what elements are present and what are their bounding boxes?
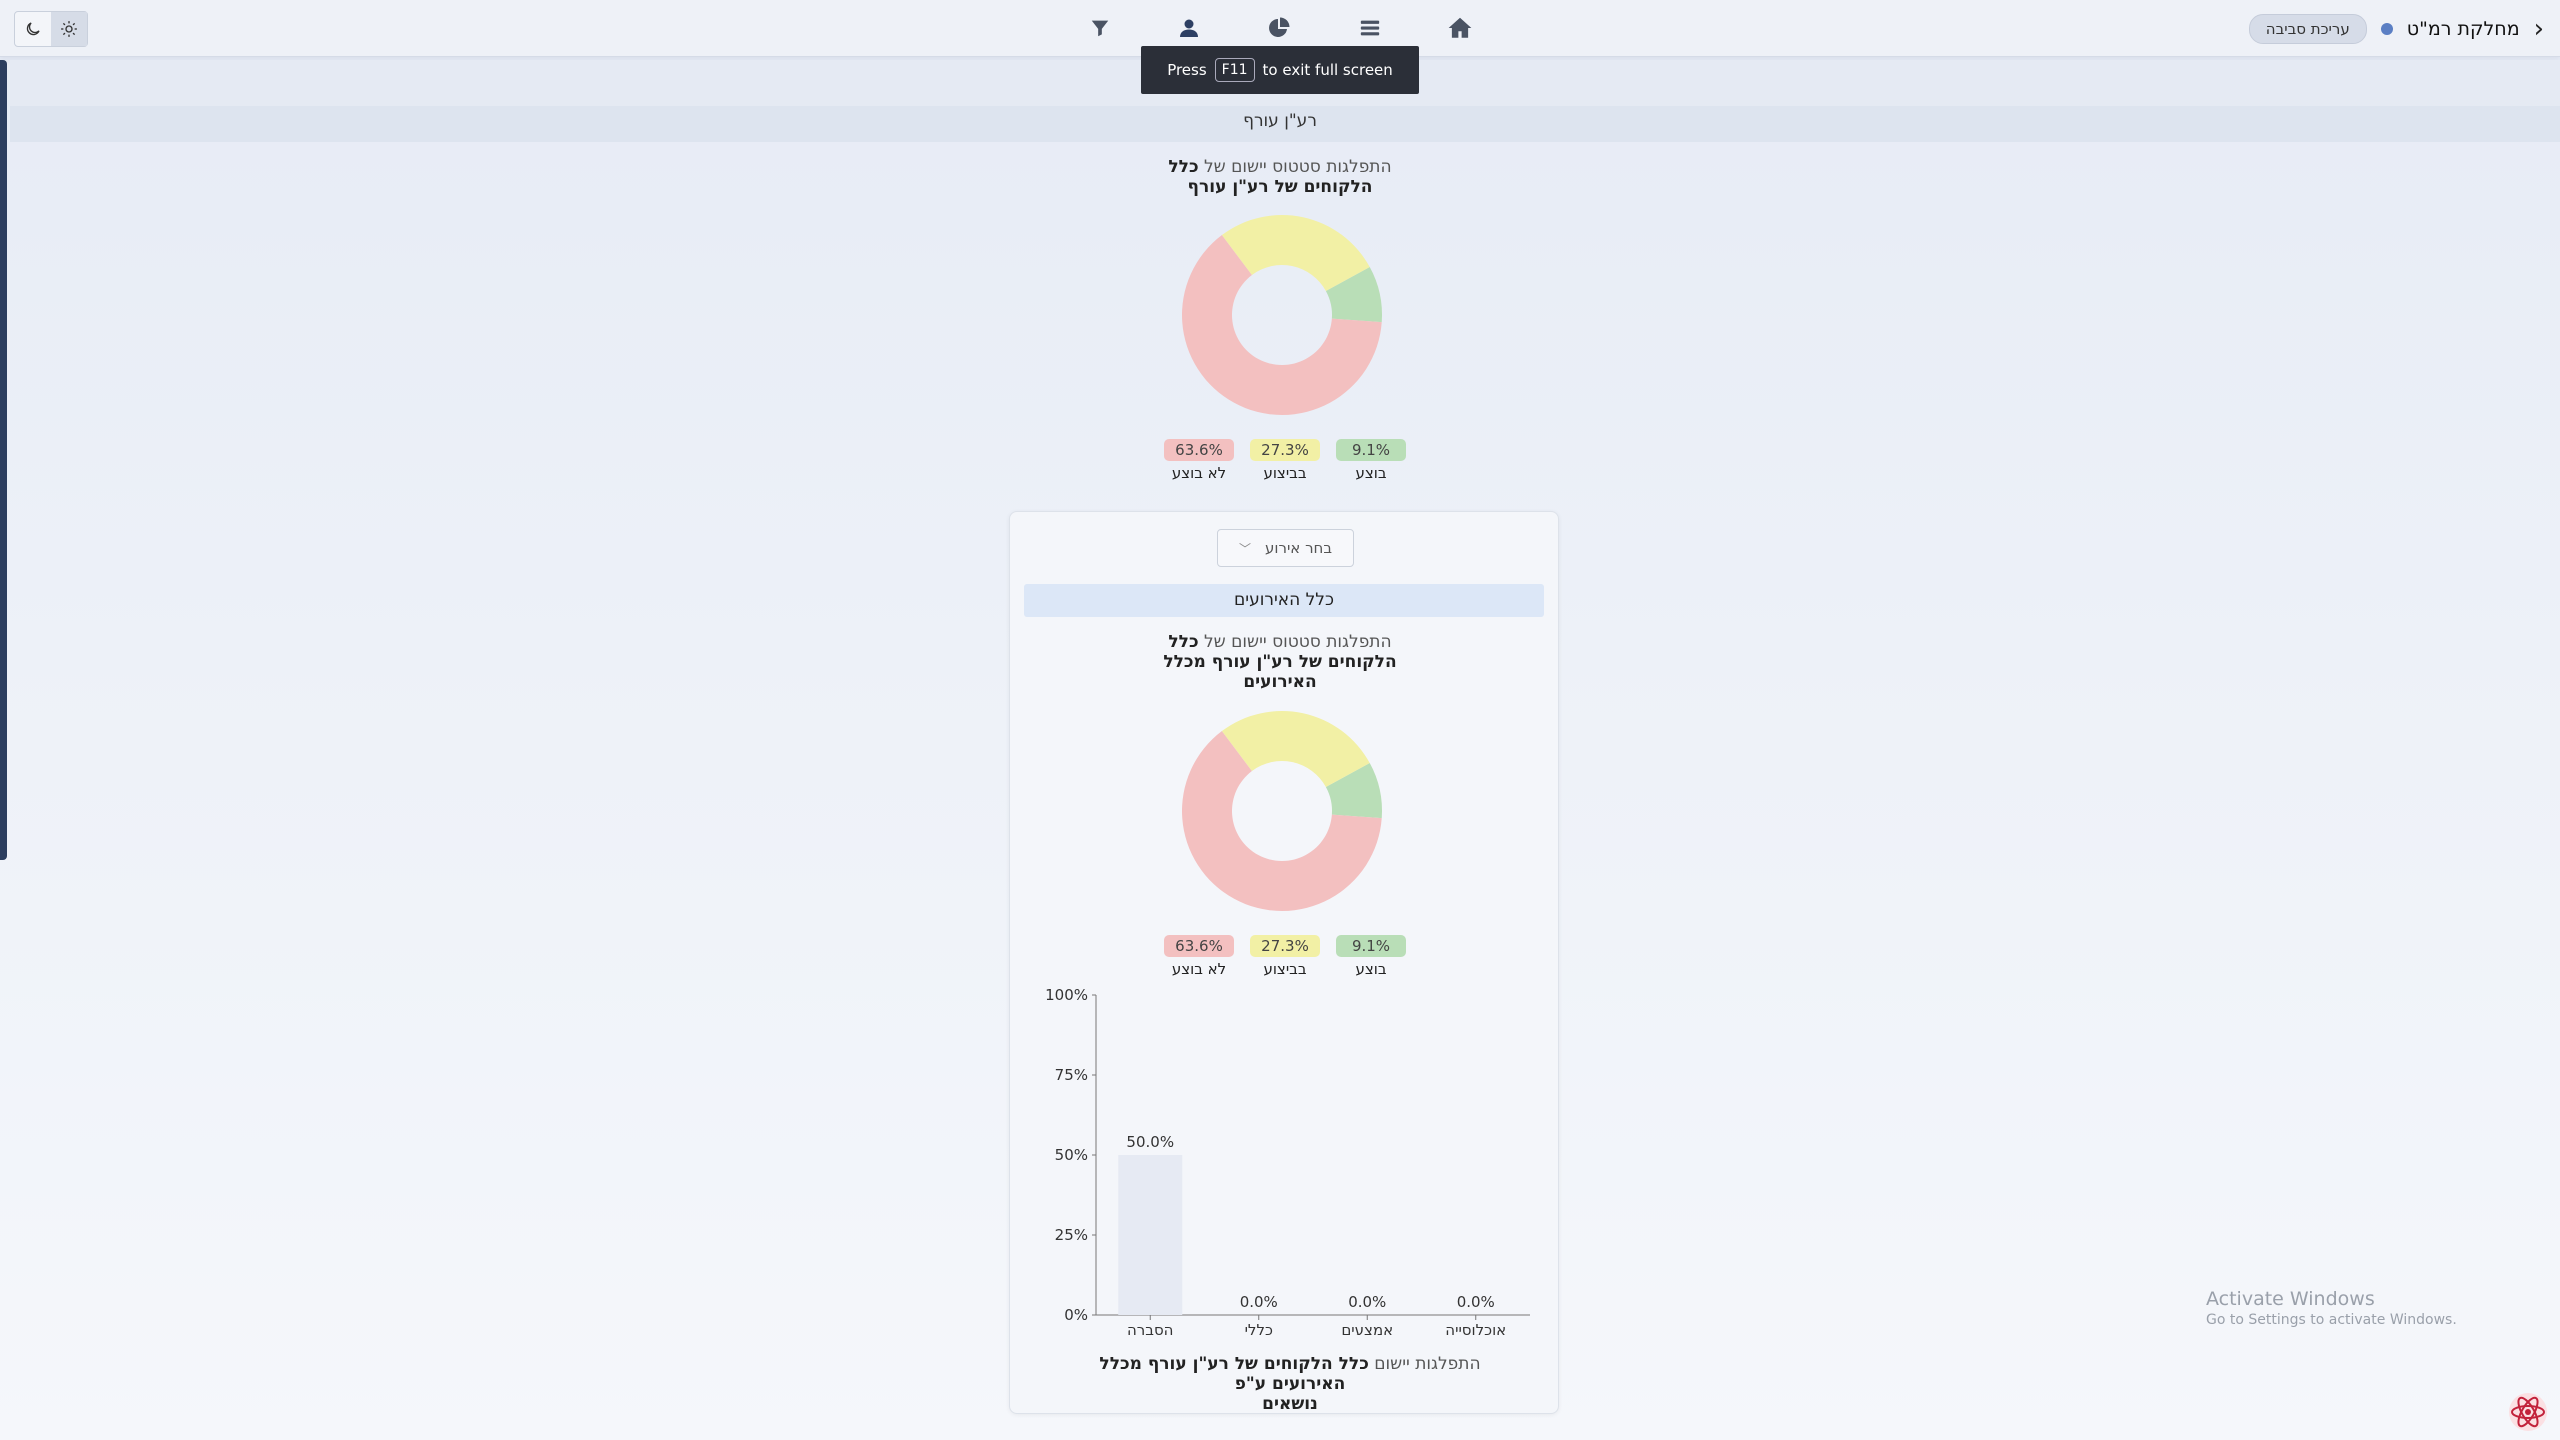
- card-donut-legend-item[interactable]: 63.6% לא בוצע: [1163, 935, 1235, 978]
- top-donut-legend-item[interactable]: 27.3% בביצוע: [1249, 439, 1321, 482]
- top-donut-chart: [1182, 215, 1382, 416]
- sun-icon: [61, 21, 77, 37]
- top-chart-title: התפלגות סטטוס יישום של כלל הלקוחים של רע…: [1130, 157, 1430, 197]
- chevron-down-icon: ﹀: [1238, 541, 1251, 556]
- bar-value-label: 50.0%: [1126, 1133, 1174, 1151]
- bar-value-label: 0.0%: [1240, 1293, 1278, 1311]
- card-donut-legend-label: בביצוע: [1263, 960, 1307, 978]
- user-icon: [1180, 19, 1198, 37]
- event-select-label: בחר אירוע: [1265, 539, 1333, 557]
- card-chart-title: התפלגות סטטוס יישום של כלל הלקוחים של רע…: [1130, 632, 1430, 692]
- x-tick-label: אמצעים: [1341, 1321, 1393, 1335]
- card-donut-legend-pct: 63.6%: [1164, 935, 1234, 957]
- status-dot: [2380, 23, 2393, 35]
- bar-title-plain: התפלגות יישום: [1368, 1354, 1481, 1374]
- menu-icon: [1360, 20, 1380, 36]
- top-donut-legend-item[interactable]: 9.1% בוצע: [1335, 439, 1407, 482]
- top-donut-legend-pct: 63.6%: [1164, 439, 1234, 461]
- y-tick-label: 0%: [1064, 1306, 1088, 1324]
- tooltip-rest-text: to exit full screen: [1262, 61, 1393, 79]
- card-chart-legend: 63.6% לא בוצע 27.3% בביצוע 9.1% בוצע: [1163, 935, 1407, 978]
- top-donut-legend-pct: 9.1%: [1336, 439, 1406, 461]
- back-button[interactable]: ‹: [2534, 14, 2544, 44]
- home-button[interactable]: [1446, 14, 1474, 42]
- topics-bar-chart: 0% 25% 50% 75% 100% 50.0% הסברה 0.0% כללי 0.0% אמצ…: [1045, 986, 1530, 1335]
- card-donut-chart: [1182, 711, 1382, 911]
- card-title-bold-2: הלקוחים של רע"ן עורף מכלל: [1163, 652, 1397, 672]
- top-donut-legend-label: בוצע: [1355, 464, 1387, 482]
- menu-button[interactable]: [1356, 14, 1384, 42]
- card-donut-legend-pct: 9.1%: [1336, 935, 1406, 957]
- watermark-line2: Go to Settings to activate Windows.: [2206, 1312, 2457, 1328]
- pie-chart-button[interactable]: [1265, 14, 1293, 42]
- title-plain: התפלגות סטטוס יישום של: [1198, 157, 1392, 177]
- event-select[interactable]: בחר אירוע ﹀: [1217, 529, 1354, 567]
- bar-chart-title: התפלגות יישום כלל הלקוחים של רע"ן עורף מ…: [1060, 1354, 1520, 1414]
- filter-icon: [1091, 20, 1109, 37]
- title-bold-2: הלקוחים של רע"ן עורף: [1187, 177, 1373, 197]
- theme-toggle[interactable]: [14, 11, 88, 47]
- top-donut-legend-label: לא בוצע: [1171, 464, 1227, 482]
- all-events-band: כלל האירועים: [1024, 584, 1544, 617]
- moon-icon: [26, 22, 40, 36]
- y-tick-label: 50%: [1055, 1146, 1088, 1164]
- y-tick-label: 100%: [1045, 986, 1088, 1004]
- react-devtools-icon[interactable]: [2508, 1392, 2548, 1432]
- user-button[interactable]: [1175, 14, 1203, 42]
- card-title-plain: התפלגות סטטוס יישום של: [1198, 632, 1392, 652]
- x-tick-label: אוכלוסייה: [1445, 1321, 1506, 1335]
- fullscreen-tooltip: Press F11 to exit full screen: [1141, 46, 1419, 94]
- top-donut-legend-pct: 27.3%: [1250, 439, 1320, 461]
- card-title-bold-1: כלל: [1168, 632, 1199, 652]
- card-donut-legend-item[interactable]: 9.1% בוצע: [1335, 935, 1407, 978]
- card-title-bold-3: האירועים: [1243, 672, 1317, 692]
- card-donut-legend-label: לא בוצע: [1171, 960, 1227, 978]
- bar-title-bold-2: נושאים: [1262, 1394, 1318, 1414]
- bar[interactable]: [1118, 1155, 1183, 1315]
- app-name: מחלקת רמ"ט: [2406, 18, 2520, 40]
- card-donut-legend-label: בוצע: [1355, 960, 1387, 978]
- card-donut-legend-item[interactable]: 27.3% בביצוע: [1249, 935, 1321, 978]
- card-donut-legend-pct: 27.3%: [1250, 935, 1320, 957]
- dark-mode-button[interactable]: [15, 12, 51, 46]
- top-chart-legend: 63.6% לא בוצע 27.3% בביצוע 9.1% בוצע: [1163, 439, 1407, 482]
- x-tick-label: הסברה: [1127, 1321, 1173, 1335]
- x-tick-label: כללי: [1245, 1321, 1273, 1335]
- left-scroll-indicator[interactable]: [0, 60, 7, 860]
- home-icon: [1448, 17, 1472, 38]
- pie-chart-icon: [1269, 17, 1290, 37]
- title-bold-1: כלל: [1168, 157, 1199, 177]
- brand-area: ‹ מחלקת רמ"ט עריכת סביבה: [2248, 12, 2544, 46]
- bar-title-bold-1: כלל הלקוחים של רע"ן עורף מכלל האירועים ע…: [1099, 1354, 1369, 1394]
- light-mode-button[interactable]: [51, 12, 87, 46]
- y-tick-label: 75%: [1055, 1066, 1088, 1084]
- windows-activation-watermark: Activate Windows Go to Settings to activ…: [2206, 1288, 2457, 1328]
- top-donut-legend-label: בביצוע: [1263, 464, 1307, 482]
- top-donut-legend-item[interactable]: 63.6% לא בוצע: [1163, 439, 1235, 482]
- section-title: רע"ן עורף: [1243, 111, 1317, 131]
- tooltip-key: F11: [1214, 58, 1255, 82]
- filter-button[interactable]: [1086, 14, 1114, 42]
- tooltip-press-text: Press: [1167, 61, 1207, 79]
- edit-environment-button[interactable]: עריכת סביבה: [2248, 14, 2367, 44]
- bar-value-label: 0.0%: [1348, 1293, 1386, 1311]
- watermark-line1: Activate Windows: [2206, 1288, 2375, 1310]
- y-tick-label: 25%: [1055, 1226, 1088, 1244]
- bar-value-label: 0.0%: [1457, 1293, 1495, 1311]
